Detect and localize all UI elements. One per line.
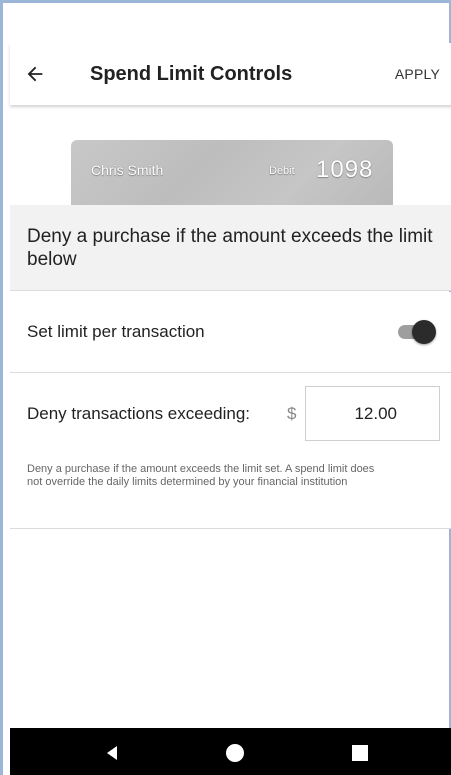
apply-button[interactable]: APPLY	[395, 66, 440, 82]
nav-recents-button[interactable]	[340, 728, 380, 775]
limit-toggle-row[interactable]: Set limit per transaction	[10, 292, 451, 373]
back-button[interactable]	[10, 43, 60, 105]
card-holder-name: Chris Smith	[91, 162, 164, 178]
app-bar: Spend Limit Controls APPLY	[10, 43, 451, 105]
help-text: Deny a purchase if the amount exceeds th…	[27, 463, 375, 488]
card-area: Chris Smith Debit 1098	[10, 105, 451, 205]
limit-toggle-switch[interactable]	[398, 318, 438, 346]
info-banner: Deny a purchase if the amount exceeds th…	[10, 205, 451, 291]
nav-back-button[interactable]	[92, 728, 132, 775]
limit-toggle-label: Set limit per transaction	[27, 322, 205, 341]
app-frame: Spend Limit Controls APPLY Chris Smith D…	[0, 0, 451, 775]
page-title: Spend Limit Controls	[90, 62, 293, 85]
square-recents-icon	[352, 745, 368, 761]
nav-home-button[interactable]	[215, 728, 255, 775]
amount-row: Deny transactions exceeding: $ Deny a pu…	[10, 373, 451, 529]
card-last-four: 1098	[316, 156, 374, 183]
triangle-back-icon	[107, 746, 117, 760]
card-image: Chris Smith Debit 1098	[71, 140, 393, 205]
card-type: Debit	[269, 165, 295, 177]
system-nav-bar	[10, 728, 451, 775]
amount-label: Deny transactions exceeding:	[27, 404, 251, 423]
toggle-thumb	[412, 320, 436, 344]
arrow-left-icon	[27, 66, 43, 82]
circle-home-icon	[226, 744, 244, 762]
amount-input[interactable]	[305, 386, 440, 441]
currency-symbol: $	[287, 404, 297, 423]
